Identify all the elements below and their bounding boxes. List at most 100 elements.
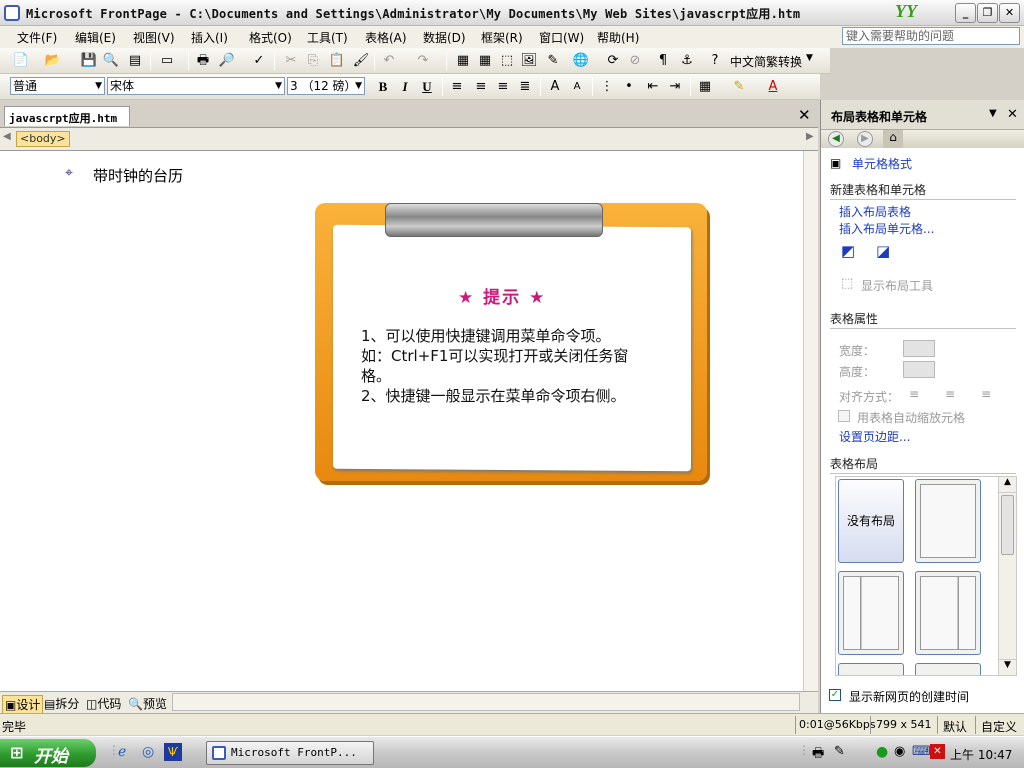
restore-button[interactable]: ❐ — [977, 3, 998, 23]
compat-mode[interactable]: 默认 — [943, 718, 967, 735]
task-pane-close-icon[interactable]: ✕ — [1007, 107, 1018, 122]
font-color-icon[interactable]: A — [764, 78, 782, 96]
menu-window[interactable]: 窗口(W) — [539, 29, 584, 46]
document-tab[interactable]: javascrpt应用.htm — [4, 106, 130, 126]
print-icon[interactable]: 🖶 — [194, 52, 212, 70]
copy-icon[interactable]: ⎘ — [304, 52, 322, 70]
close-document-icon[interactable]: ✕ — [798, 106, 811, 124]
ie-icon[interactable]: ℯ — [118, 744, 126, 760]
undo-icon[interactable]: ↶ — [380, 52, 398, 70]
spelling-icon[interactable]: ✓ — [250, 52, 268, 70]
help-question-input[interactable]: 键入需要帮助的问题 — [842, 27, 1020, 45]
highlight-icon[interactable]: ✎ — [730, 78, 748, 96]
font-select[interactable]: 宋体 ▼ — [107, 77, 285, 95]
align-right-icon[interactable]: ≡ — [981, 387, 991, 401]
forward-icon[interactable]: ▶ — [857, 131, 873, 147]
decrease-indent-icon[interactable]: ⇤ — [644, 78, 662, 96]
insert-layer-icon[interactable]: ⬚ — [498, 52, 516, 70]
insert-table-icon[interactable]: ▦ — [476, 52, 494, 70]
tab-design[interactable]: ▣设计 — [2, 695, 44, 714]
help-icon[interactable]: ? — [706, 52, 724, 70]
web-component-icon[interactable]: ▦ — [454, 52, 472, 70]
close-window-button[interactable]: ✕ — [999, 3, 1020, 23]
borders-icon[interactable]: ▦ — [696, 78, 714, 96]
layout-option-right-column[interactable] — [915, 571, 981, 655]
draw-table-icon[interactable]: ◩ — [841, 242, 855, 260]
tag-back-icon[interactable]: ◀ — [3, 131, 11, 142]
start-button[interactable]: ⊞ 开始 — [0, 739, 96, 767]
decrease-font-icon[interactable]: A — [568, 78, 586, 96]
toggle-pane-icon[interactable]: ▭ — [158, 52, 176, 70]
hyperlink-icon[interactable]: 🌐 — [572, 52, 590, 70]
bookmark-icon[interactable]: ⚓ — [678, 52, 696, 70]
menu-frames[interactable]: 框架(R) — [481, 29, 523, 46]
increase-font-icon[interactable]: A — [546, 78, 564, 96]
align-center-icon[interactable]: ≡ — [472, 78, 490, 96]
drawing-icon[interactable]: ✎ — [544, 52, 562, 70]
align-left-icon[interactable]: ≡ — [448, 78, 466, 96]
tab-preview[interactable]: 🔍预览 — [128, 695, 167, 712]
menu-help[interactable]: 帮助(H) — [597, 29, 639, 46]
menu-view[interactable]: 视图(V) — [133, 29, 175, 46]
menu-edit[interactable]: 编辑(E) — [75, 29, 116, 46]
insert-layout-cell-link[interactable]: 插入布局单元格... — [839, 220, 934, 237]
stop-icon[interactable]: ⊘ — [626, 52, 644, 70]
frontpage-quicklaunch-icon[interactable]: Ѱ — [164, 743, 182, 761]
align-right-icon[interactable]: ≡ — [494, 78, 512, 96]
back-icon[interactable]: ◀ — [828, 131, 844, 147]
autoscale-checkbox[interactable] — [838, 410, 850, 422]
menu-tools[interactable]: 工具(T) — [307, 29, 348, 46]
bullet-list-icon[interactable]: • — [620, 78, 638, 96]
pen-tray-icon[interactable]: ✎ — [834, 744, 845, 759]
tag-forward-icon[interactable]: ▶ — [806, 131, 814, 142]
redo-icon[interactable]: ↷ — [414, 52, 432, 70]
show-all-icon[interactable]: ¶ — [654, 52, 672, 70]
align-left-icon[interactable]: ≡ — [909, 387, 919, 401]
style-select[interactable]: 普通 ▼ — [10, 77, 105, 95]
refresh-icon[interactable]: ⟳ — [604, 52, 622, 70]
editor-horizontal-scrollbar[interactable] — [172, 693, 800, 711]
cut-icon[interactable]: ✂ — [282, 52, 300, 70]
menu-format[interactable]: 格式(O) — [249, 29, 292, 46]
menu-insert[interactable]: 插入(I) — [191, 29, 228, 46]
chevron-down-icon[interactable]: ▼ — [806, 53, 813, 63]
paste-icon[interactable]: 📋 — [328, 52, 346, 70]
format-painter-icon[interactable]: 🖌 — [352, 52, 370, 70]
body-tag-button[interactable]: <body> — [16, 131, 70, 147]
layout-option-single[interactable] — [915, 479, 981, 563]
no-layout-option[interactable]: 没有布局 — [838, 479, 904, 563]
height-field[interactable] — [903, 361, 935, 378]
font-size-select[interactable]: 3 （12 磅） ▼ — [287, 77, 365, 95]
taskbar-app-button[interactable]: Microsoft FrontP... — [206, 741, 374, 765]
open-icon[interactable]: 📂 — [44, 52, 62, 70]
security-icon[interactable]: ✕ — [930, 744, 945, 759]
increase-indent-icon[interactable]: ⇥ — [666, 78, 684, 96]
save-icon[interactable]: 💾 — [80, 52, 98, 70]
tab-split[interactable]: ▤拆分 — [44, 695, 79, 712]
draw-cell-icon[interactable]: ◪ — [876, 242, 890, 260]
layout-gallery-scrollbar[interactable]: ▲ ▼ — [998, 477, 1016, 675]
minimize-button[interactable]: _ — [955, 3, 976, 23]
menu-file[interactable]: 文件(F) — [17, 29, 57, 46]
bold-button[interactable]: B — [374, 78, 392, 96]
page-size[interactable]: 799 x 541 — [876, 718, 932, 731]
show-layout-tools[interactable]: 显示布局工具 — [861, 277, 933, 294]
find-icon[interactable]: 🔍 — [102, 52, 120, 70]
layout-option-top[interactable] — [838, 663, 904, 675]
preview-icon[interactable]: 🔎 — [218, 52, 236, 70]
publish-icon[interactable]: ▤ — [126, 52, 144, 70]
menu-data[interactable]: 数据(D) — [423, 29, 466, 46]
tab-code[interactable]: ◫代码 — [86, 695, 121, 712]
task-pane-menu-icon[interactable]: ▼ — [989, 108, 997, 119]
editor-vertical-scrollbar[interactable] — [803, 151, 818, 691]
page-margins-link[interactable]: 设置页边距... — [839, 428, 910, 445]
volume-icon[interactable]: ◉ — [894, 744, 905, 759]
insert-picture-icon[interactable]: 🖼 — [520, 52, 538, 70]
cell-format-link[interactable]: 单元格格式 — [852, 155, 912, 172]
layout-option-top-split[interactable] — [915, 663, 981, 675]
browser-icon[interactable]: ◎ — [142, 744, 154, 760]
underline-button[interactable]: U — [418, 78, 436, 96]
layout-option-left-column[interactable] — [838, 571, 904, 655]
insert-layout-table-link[interactable]: 插入布局表格 — [839, 203, 911, 220]
menu-table[interactable]: 表格(A) — [365, 29, 407, 46]
